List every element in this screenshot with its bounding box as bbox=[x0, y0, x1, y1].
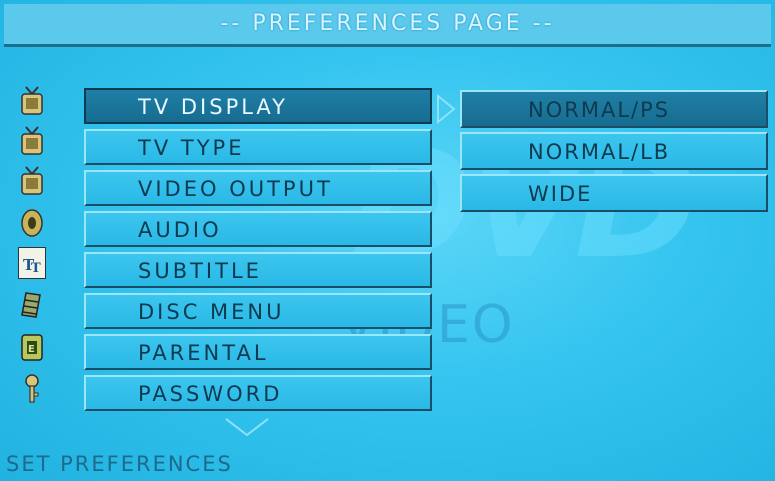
menu-item-tv-type[interactable]: TV TYPE bbox=[84, 129, 432, 165]
tv-antenna-icon[interactable] bbox=[18, 165, 46, 197]
scroll-down-arrow-icon[interactable] bbox=[222, 416, 272, 438]
category-icon-column: TT E bbox=[18, 85, 48, 415]
tv-antenna-icon[interactable] bbox=[18, 125, 46, 157]
svg-text:E: E bbox=[28, 344, 35, 355]
menu-item-disc-menu[interactable]: DISC MENU bbox=[84, 293, 432, 329]
password-key-icon[interactable] bbox=[18, 373, 46, 405]
svg-text:T: T bbox=[31, 261, 41, 276]
tv-antenna-icon[interactable] bbox=[18, 85, 46, 117]
disc-menu-icon[interactable] bbox=[18, 289, 46, 321]
preferences-screen: DVD VIDEO -- PREFERENCES PAGE -- TT E TV bbox=[0, 0, 775, 481]
submenu-arrow-icon bbox=[434, 93, 458, 125]
page-title: -- PREFERENCES PAGE -- bbox=[4, 4, 771, 47]
option-normal-lb[interactable]: NORMAL/LB bbox=[460, 132, 768, 170]
menu-item-audio[interactable]: AUDIO bbox=[84, 211, 432, 247]
menu-item-tv-display[interactable]: TV DISPLAY bbox=[84, 88, 432, 124]
menu-item-password[interactable]: PASSWORD bbox=[84, 375, 432, 411]
option-normal-ps[interactable]: NORMAL/PS bbox=[460, 90, 768, 128]
subtitle-tt-icon[interactable]: TT bbox=[18, 247, 46, 279]
menu-item-subtitle[interactable]: SUBTITLE bbox=[84, 252, 432, 288]
parental-lock-icon[interactable]: E bbox=[18, 331, 46, 363]
audio-disc-icon[interactable] bbox=[18, 207, 46, 239]
menu-item-parental[interactable]: PARENTAL bbox=[84, 334, 432, 370]
menu-item-video-output[interactable]: VIDEO OUTPUT bbox=[84, 170, 432, 206]
status-text: SET PREFERENCES bbox=[6, 452, 233, 476]
option-wide[interactable]: WIDE bbox=[460, 174, 768, 212]
